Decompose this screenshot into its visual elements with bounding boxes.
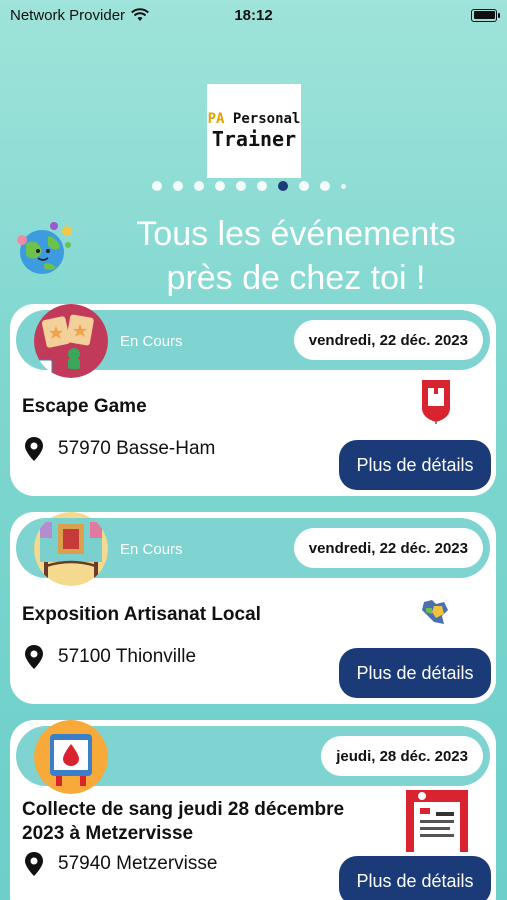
status-bar: Network Provider 18:12 [0, 0, 507, 30]
page-title: Tous les événements près de chez toi ! [136, 215, 456, 297]
event-poster-icon [406, 790, 468, 852]
event-date: jeudi, 28 déc. 2023 [321, 736, 483, 776]
blood-donation-icon [34, 720, 108, 794]
location-label: 57970 Basse-Ham [58, 438, 216, 459]
details-button[interactable]: Plus de détails [339, 440, 491, 490]
board-game-icon [34, 304, 108, 378]
event-title: Escape Game [22, 396, 147, 417]
event-card[interactable]: En Cours vendredi, 22 déc. 2023 Expositi… [10, 512, 496, 704]
event-location: 57970 Basse-Ham [24, 437, 215, 461]
wifi-icon [131, 8, 149, 21]
earth-mascot-icon [17, 222, 72, 274]
event-title: Collecte de sang jeudi 28 décembre 2023 … [22, 799, 345, 844]
event-card[interactable]: jeudi, 28 déc. 2023 Collecte de sang jeu… [10, 720, 496, 900]
page-dot[interactable] [299, 181, 309, 191]
app-logo: PA Personal Trainer [207, 84, 301, 178]
location-pin-icon [25, 437, 43, 461]
page-dot[interactable] [257, 181, 267, 191]
event-status: En Cours [120, 541, 183, 558]
page-dot[interactable] [215, 181, 225, 191]
event-date: vendredi, 22 déc. 2023 [293, 528, 483, 568]
event-card[interactable]: En Cours vendredi, 22 déc. 2023 Escape G… [10, 304, 496, 496]
page-dot[interactable] [173, 181, 183, 191]
region-map-icon [422, 600, 448, 624]
details-button[interactable]: Plus de détails [339, 648, 491, 698]
clock: 18:12 [234, 6, 273, 24]
page-dot[interactable] [152, 181, 162, 191]
page-dot[interactable] [320, 181, 330, 191]
page-dot[interactable] [194, 181, 204, 191]
page-dot[interactable] [341, 183, 346, 189]
event-date: vendredi, 22 déc. 2023 [293, 320, 483, 360]
location-label: 57100 Thionville [58, 646, 197, 667]
event-status: En Cours [120, 333, 183, 350]
location-pin-icon [25, 645, 43, 669]
carrier-label: Network Provider [10, 6, 126, 24]
location-pin-icon [25, 852, 43, 876]
page-dot-active[interactable] [278, 181, 288, 191]
location-label: 57940 Metzervisse [58, 853, 218, 874]
city-crest-icon [422, 380, 450, 424]
details-button[interactable]: Plus de détails [339, 856, 491, 900]
event-location: 57940 Metzervisse [24, 852, 217, 876]
page-indicator[interactable] [152, 181, 346, 191]
battery-icon [471, 8, 500, 22]
event-location: 57100 Thionville [24, 645, 196, 669]
event-title: Exposition Artisanat Local [22, 604, 261, 625]
page-dot[interactable] [236, 181, 246, 191]
exhibition-icon [34, 512, 108, 586]
